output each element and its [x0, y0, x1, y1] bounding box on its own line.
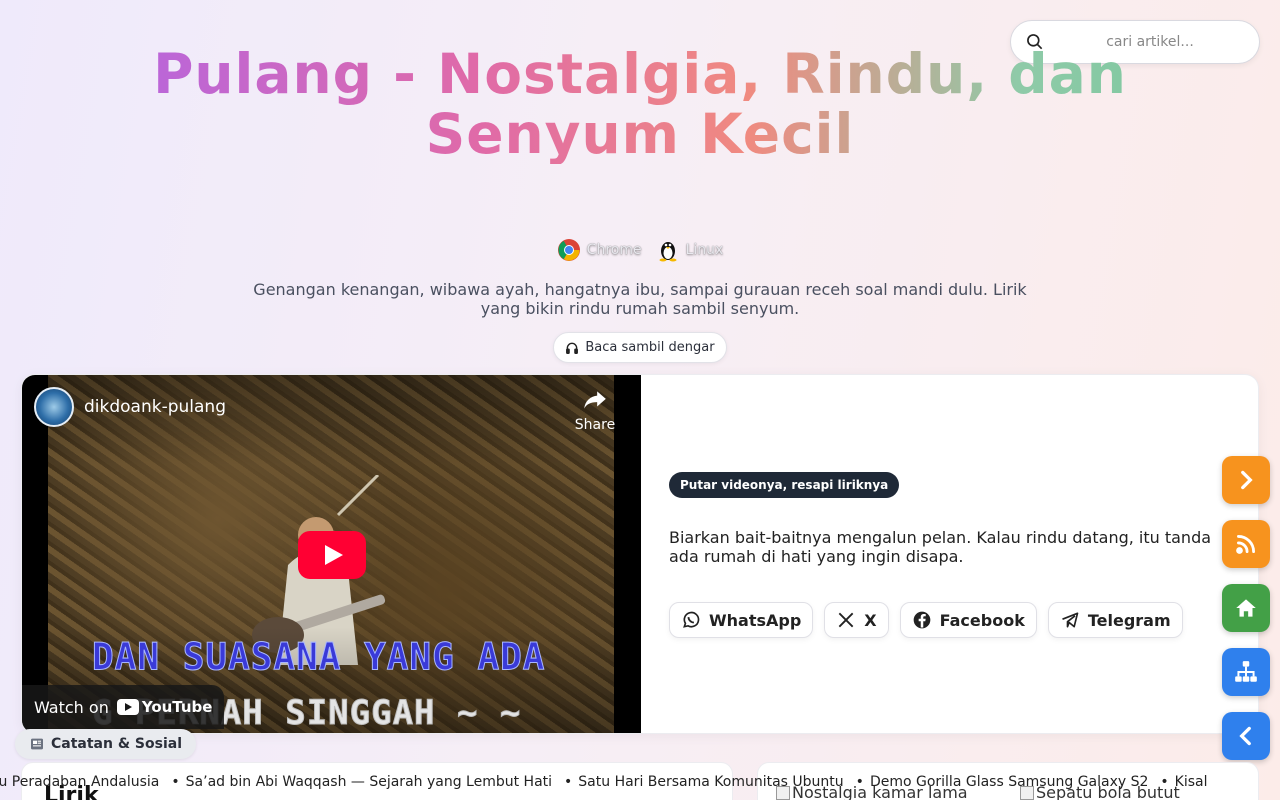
headphones-icon [566, 342, 579, 354]
watch-on-youtube[interactable]: Watch on YouTube [22, 685, 225, 729]
share-arrow-icon [584, 391, 606, 409]
env-linux-label: Linux [685, 242, 724, 258]
sitemap-button[interactable] [1222, 648, 1270, 696]
whatsapp-icon [683, 611, 700, 628]
youtube-embed[interactable]: dikdoank-pulang Share DAN SUASANA YANG A… [22, 375, 641, 733]
chrome-icon [557, 239, 580, 261]
home-button[interactable] [1222, 584, 1270, 632]
video-share-label: Share [574, 417, 616, 433]
video-card: dikdoank-pulang Share DAN SUASANA YANG A… [21, 374, 1259, 734]
video-share-button[interactable]: Share [570, 387, 620, 433]
chevron-left-icon [1239, 726, 1251, 746]
x-icon [838, 612, 854, 628]
home-icon [1236, 599, 1256, 617]
youtube-play-icon [116, 699, 139, 715]
watch-on-label: Watch on [34, 697, 109, 717]
page-title: Pulang - Nostalgia, Rindu, dan Senyum Ke… [100, 44, 1180, 164]
page-description: Genangan kenangan, wibawa ayah, hangatny… [253, 280, 1027, 318]
section-header-pill: Catatan & Sosial [15, 729, 197, 759]
video-side-text: Biarkan bait-baitnya mengalun pelan. Kal… [669, 528, 1212, 566]
ticker-track: lau Peradaban Andalusia Sa’ad bin Abi Wa… [0, 774, 1208, 790]
share-whatsapp-label: WhatsApp [709, 610, 802, 630]
env-chrome: Chrome [557, 238, 642, 262]
news-ticker: lau Peradaban Andalusia Sa’ad bin Abi Wa… [0, 772, 1280, 794]
youtube-wordmark: YouTube [141, 698, 213, 716]
share-x-button[interactable]: X [824, 602, 889, 638]
share-facebook-button[interactable]: Facebook [899, 602, 1037, 638]
share-x-label: X [864, 610, 877, 630]
share-facebook-label: Facebook [939, 610, 1025, 630]
video-title[interactable]: dikdoank-pulang [84, 397, 226, 417]
linux-tux-icon [659, 242, 677, 262]
ticker-item[interactable]: Satu Hari Bersama Komunitas Ubuntu [564, 774, 843, 790]
telegram-icon [1062, 612, 1079, 628]
share-buttons: WhatsApp X Facebook Telegram [669, 602, 1183, 638]
chevron-right-icon [1241, 470, 1253, 490]
facebook-icon [913, 611, 930, 629]
share-telegram-label: Telegram [1087, 610, 1171, 630]
ticker-item[interactable]: Kisal [1160, 774, 1208, 790]
listen-button-label: Baca sambil dengar [585, 340, 715, 355]
previous-article-button[interactable] [1222, 712, 1270, 760]
section-header-label: Catatan & Sosial [51, 736, 183, 752]
video-tagline-pill: Putar videonya, resapi liriknya [669, 472, 900, 498]
share-whatsapp-button[interactable]: WhatsApp [669, 602, 814, 638]
next-article-button[interactable] [1222, 456, 1270, 504]
ticker-item[interactable]: Demo Gorilla Glass Samsung Galaxy S2 [856, 774, 1148, 790]
rss-feed-button[interactable] [1222, 520, 1270, 568]
ticker-item[interactable]: lau Peradaban Andalusia [0, 774, 159, 790]
youtube-logo: YouTube [116, 698, 213, 716]
environment-badges: Chrome Linux [0, 238, 1280, 262]
share-telegram-button[interactable]: Telegram [1047, 602, 1183, 638]
listen-button[interactable]: Baca sambil dengar [553, 332, 727, 363]
channel-avatar[interactable] [34, 387, 74, 427]
video-side-panel: Putar videonya, resapi liriknya Biarkan … [669, 375, 1239, 733]
sitemap-icon [1235, 661, 1257, 682]
play-button[interactable] [298, 531, 366, 579]
video-lyric-line-1: DAN SUASANA YANG ADA [91, 635, 546, 680]
rss-icon [1236, 535, 1255, 554]
env-linux: Linux [656, 238, 724, 262]
newspaper-icon [31, 738, 43, 750]
env-chrome-label: Chrome [586, 242, 642, 258]
ticker-item[interactable]: Sa’ad bin Abi Waqqash — Sejarah yang Lem… [171, 774, 552, 790]
